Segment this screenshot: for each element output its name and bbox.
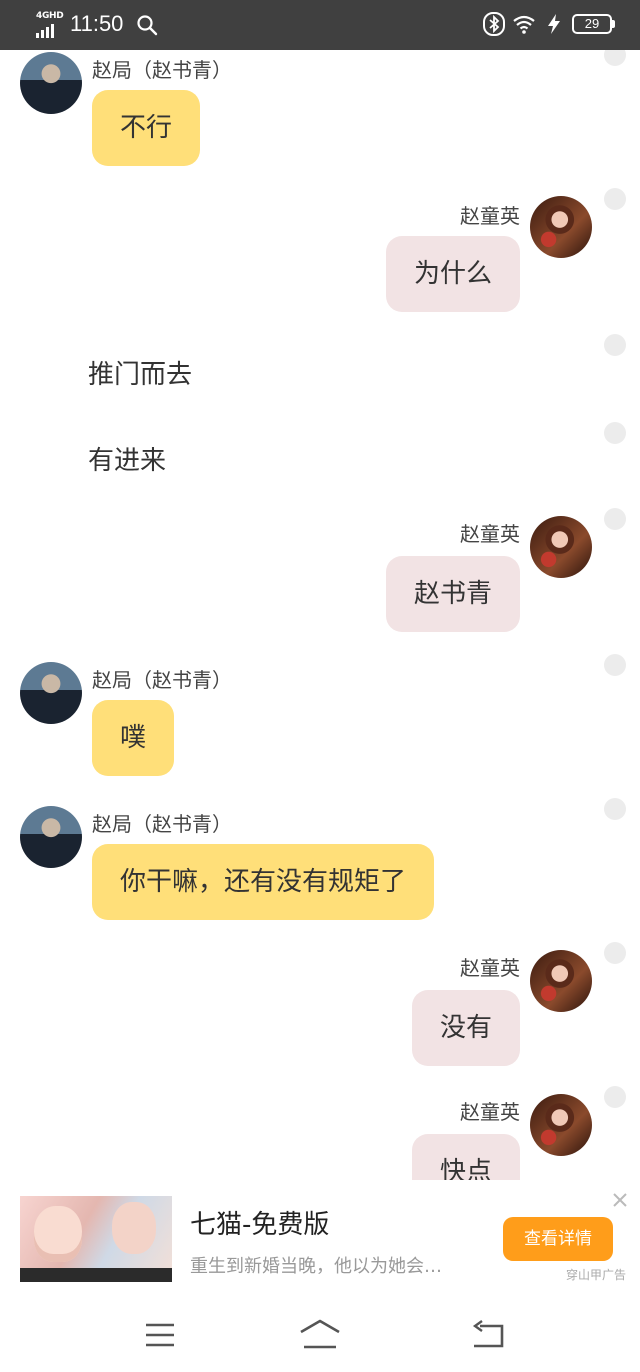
- avatar[interactable]: [530, 950, 592, 1012]
- message-bubble[interactable]: 没有: [411, 990, 520, 1066]
- select-dot[interactable]: [604, 798, 626, 820]
- message-bubble[interactable]: 赵书青: [385, 556, 520, 632]
- message-bubble[interactable]: 你干嘛，还有没有规矩了: [92, 844, 435, 920]
- status-bar: 4GHD 11:50 29: [0, 0, 640, 50]
- ad-description[interactable]: 重生到新婚当晚，他以为她会…: [190, 1252, 470, 1278]
- menu-icon[interactable]: [144, 1322, 176, 1348]
- ad-thumbnail[interactable]: [20, 1196, 172, 1282]
- chat-area[interactable]: 赵局（赵书青） 不行 赵童英 为什么 推门而去 有进来 赵童英 赵书青 赵局（赵…: [0, 50, 640, 1180]
- sender-name: 赵童英: [460, 1100, 520, 1124]
- sender-name: 赵童英: [460, 522, 520, 546]
- select-dot[interactable]: [604, 654, 626, 676]
- select-dot[interactable]: [604, 1086, 626, 1108]
- message-bubble[interactable]: 为什么: [385, 236, 520, 312]
- network-type-label: 4GHD: [36, 11, 64, 21]
- narration-text: 推门而去: [88, 360, 193, 390]
- ad-title[interactable]: 七猫-免费版: [190, 1204, 329, 1241]
- select-dot[interactable]: [604, 334, 626, 356]
- avatar[interactable]: [20, 806, 82, 868]
- avatar[interactable]: [530, 516, 592, 578]
- avatar[interactable]: [530, 196, 592, 258]
- search-icon: [137, 15, 158, 36]
- ad-source-label: 穿山甲广告: [566, 1268, 627, 1282]
- select-dot[interactable]: [604, 942, 626, 964]
- close-icon[interactable]: [610, 1190, 630, 1210]
- battery-icon: 29: [572, 14, 615, 34]
- select-dot[interactable]: [604, 508, 626, 530]
- wifi-icon: [513, 15, 535, 34]
- view-details-button[interactable]: 查看详情: [503, 1217, 613, 1261]
- charging-icon: [548, 14, 560, 34]
- system-nav-bar: [0, 1292, 640, 1372]
- avatar[interactable]: [530, 1094, 592, 1156]
- avatar[interactable]: [20, 662, 82, 724]
- ad-banner[interactable]: 七猫-免费版 重生到新婚当晚，他以为她会… 查看详情 穿山甲广告: [0, 1180, 640, 1292]
- bluetooth-icon: [483, 12, 505, 36]
- select-dot[interactable]: [604, 422, 626, 444]
- sender-name: 赵局（赵书青）: [92, 812, 232, 836]
- select-dot[interactable]: [604, 188, 626, 210]
- select-dot[interactable]: [604, 50, 626, 66]
- sender-name: 赵局（赵书青）: [92, 58, 232, 82]
- back-icon[interactable]: [470, 1320, 506, 1350]
- message-bubble[interactable]: 快点: [411, 1134, 520, 1180]
- home-icon[interactable]: [298, 1318, 342, 1350]
- narration-text: 有进来: [88, 446, 167, 476]
- sender-name: 赵童英: [460, 956, 520, 980]
- sender-name: 赵童英: [460, 204, 520, 228]
- cellular-signal-icon: 4GHD: [34, 11, 64, 38]
- avatar[interactable]: [20, 52, 82, 114]
- status-time: 11:50: [70, 11, 124, 36]
- message-bubble[interactable]: 不行: [92, 90, 201, 166]
- sender-name: 赵局（赵书青）: [92, 668, 232, 692]
- message-bubble[interactable]: 噗: [92, 700, 175, 776]
